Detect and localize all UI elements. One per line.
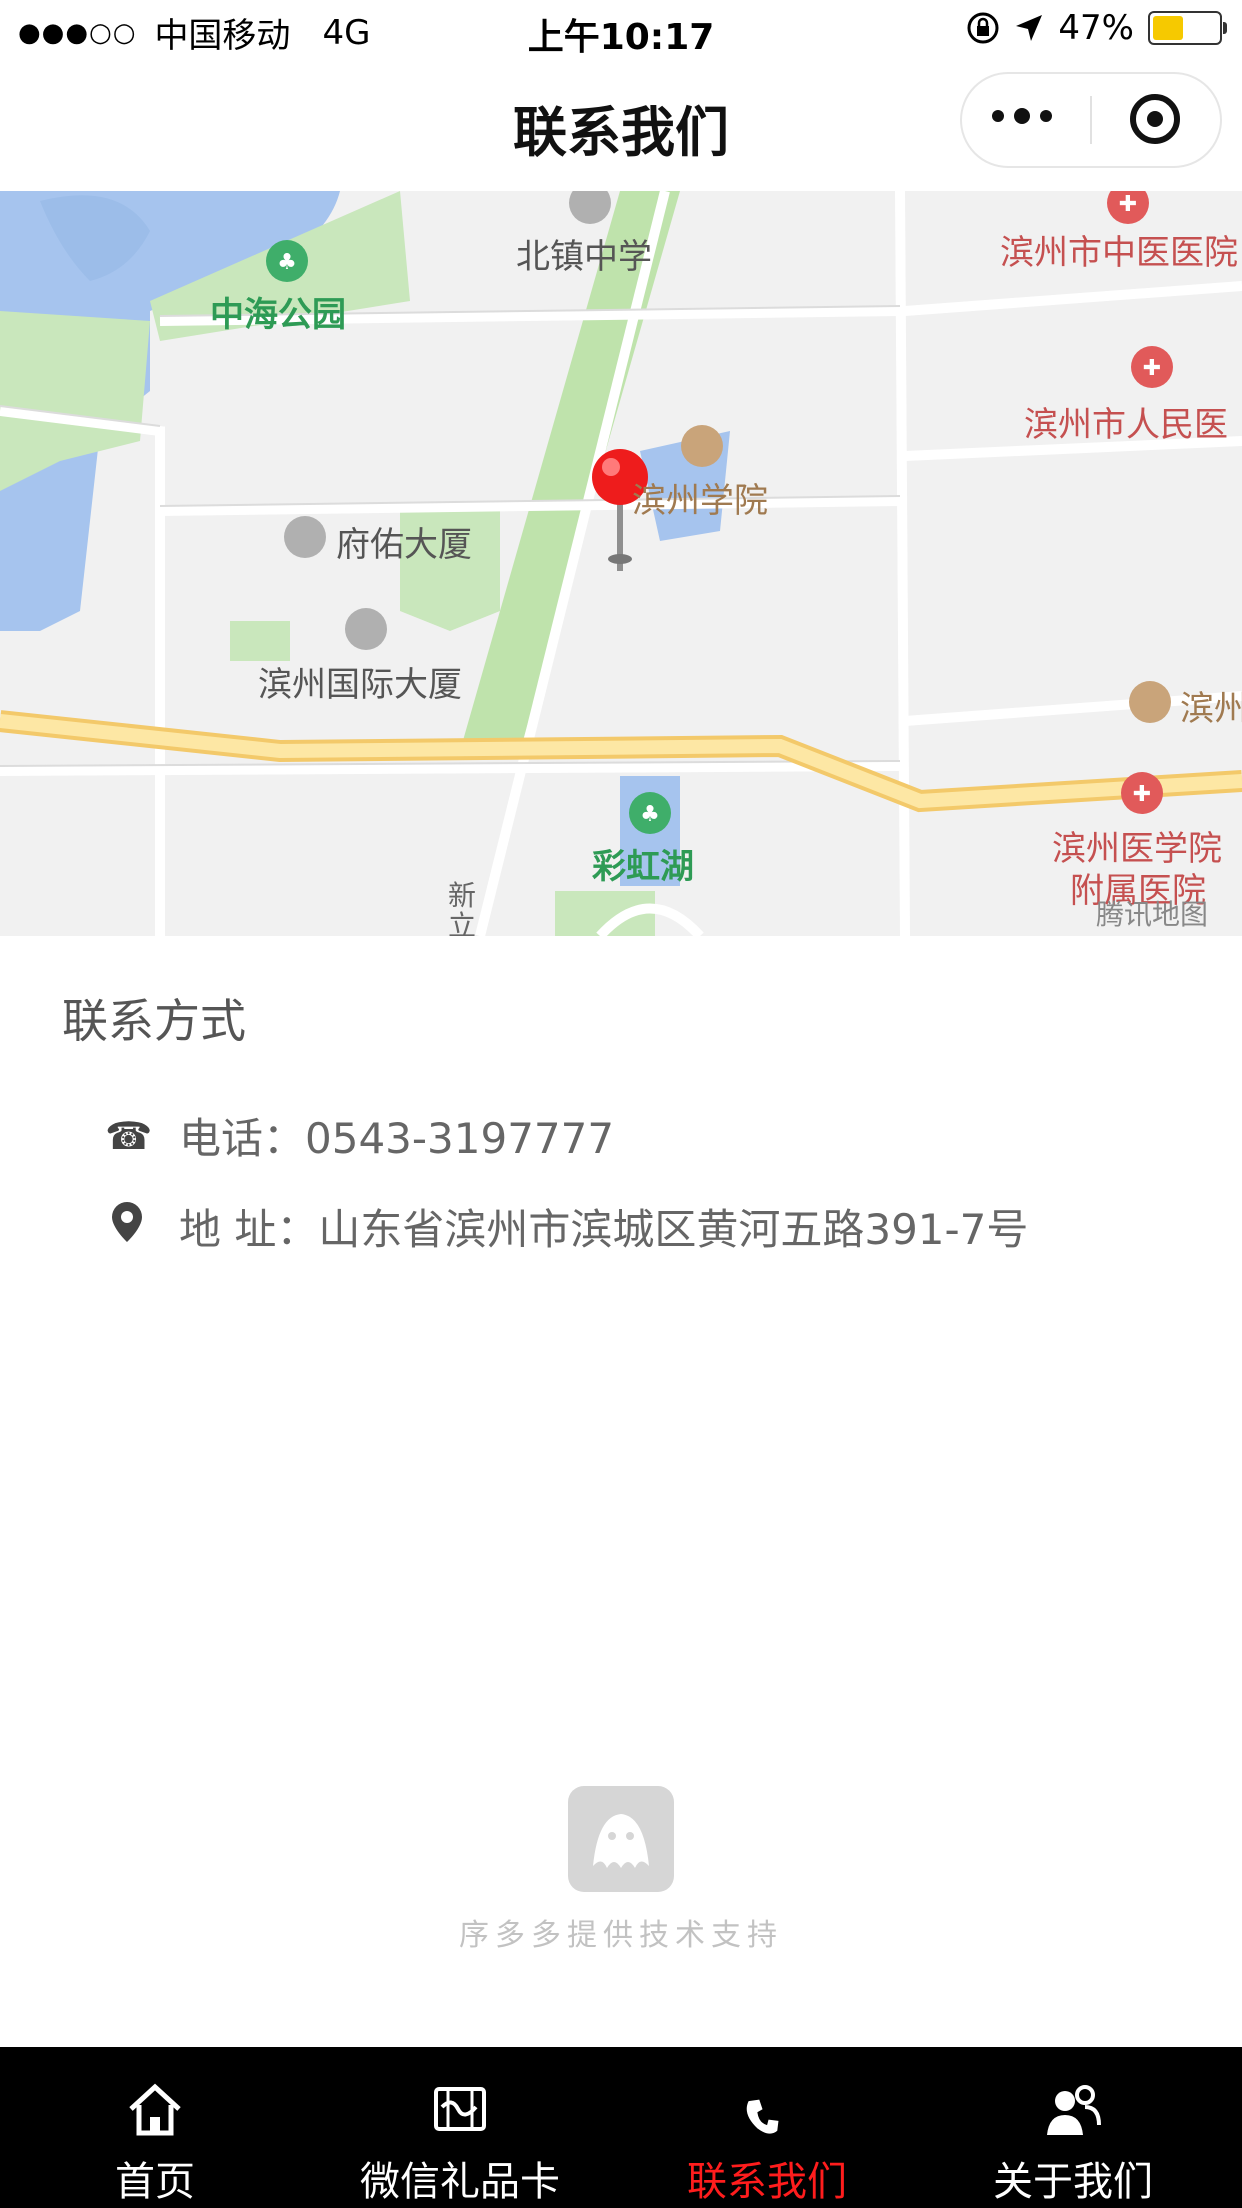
phone-handset-icon: [746, 2099, 779, 2134]
svg-text:♣: ♣: [277, 250, 297, 275]
map-label-binzhou-college: 滨州学院: [632, 481, 768, 521]
tab-gift-card-label: 微信礼品卡: [360, 2159, 560, 2205]
tab-home[interactable]: 首页: [0, 2047, 310, 2208]
map-label-peoples-hospital: 滨州市人民医: [1024, 405, 1228, 445]
tab-gift-card[interactable]: 微信礼品卡: [305, 2047, 615, 2208]
battery-icon: [1148, 11, 1227, 45]
battery-percent: 47%: [1058, 8, 1134, 48]
about-people-icon: [1047, 2085, 1101, 2135]
map-label-tcm-hospital: 滨州市中医医院: [1000, 233, 1238, 273]
contact-section-title: 联系方式: [62, 994, 246, 1048]
tab-about-us[interactable]: 关于我们: [918, 2047, 1228, 2208]
status-right: 47%: [966, 8, 1227, 48]
map-label-binzhou-right: 滨州: [1180, 689, 1242, 729]
close-miniprogram-icon[interactable]: [1130, 94, 1180, 144]
tab-about-us-label: 关于我们: [993, 2159, 1153, 2205]
map-watermark: 腾讯地图: [1096, 898, 1209, 931]
miniprogram-capsule: [960, 72, 1222, 168]
gift-card-icon: [434, 2087, 486, 2131]
capsule-divider: [1090, 96, 1092, 144]
map-label-zhonghai-park: 中海公园: [210, 295, 346, 335]
phone-text: 电话：0543-3197777: [179, 1114, 615, 1163]
location-pin-icon: [105, 1202, 149, 1251]
svg-text:♣: ♣: [640, 802, 660, 827]
map-label-beizhen-school: 北镇中学: [516, 237, 652, 277]
map-label-road-xin: 新立: [448, 879, 477, 937]
more-options-icon[interactable]: [992, 108, 1052, 124]
svg-text:✚: ✚: [1119, 192, 1137, 217]
tab-contact-us-label: 联系我们: [687, 2159, 847, 2205]
tab-contact-us[interactable]: 联系我们: [612, 2047, 922, 2208]
navigation-bar: 联系我们: [0, 60, 1242, 190]
tab-bar: 首页 微信礼品卡 联系我们 关于我们: [0, 2047, 1242, 2208]
map-label-intl-building: 滨州国际大厦: [258, 665, 462, 705]
map-label-fuyou-building: 府佑大厦: [336, 525, 472, 565]
rotation-lock-icon: [967, 12, 999, 44]
tab-home-label: 首页: [115, 2159, 195, 2205]
location-arrow-icon: [1016, 15, 1043, 41]
phone-row[interactable]: ☎ 电话：0543-3197777: [105, 1105, 614, 1166]
brand-logo-icon: [568, 1786, 674, 1892]
status-bar: ●●●○○ 中国移动 4G 上午10:17 47%: [0, 0, 1242, 60]
phone-icon: ☎: [105, 1113, 153, 1158]
tech-support-text: 序多多提供技术支持: [459, 1918, 783, 1953]
map-label-rainbow-lake: 彩虹湖: [592, 847, 694, 887]
svg-text:✚: ✚: [1133, 782, 1151, 807]
address-text: 地 址：山东省滨州市滨城区黄河五路391-7号: [179, 1205, 1029, 1254]
map-view[interactable]: ♣ ✚ ✚ ✚ ♣ 中海公园 北镇中学 滨州市中医医院 滨州市人民医 滨州学院 …: [0, 191, 1242, 936]
svg-text:✚: ✚: [1143, 356, 1161, 381]
home-icon: [129, 2083, 181, 2136]
address-row: 地 址：山东省滨州市滨城区黄河五路391-7号: [105, 1196, 1028, 1257]
